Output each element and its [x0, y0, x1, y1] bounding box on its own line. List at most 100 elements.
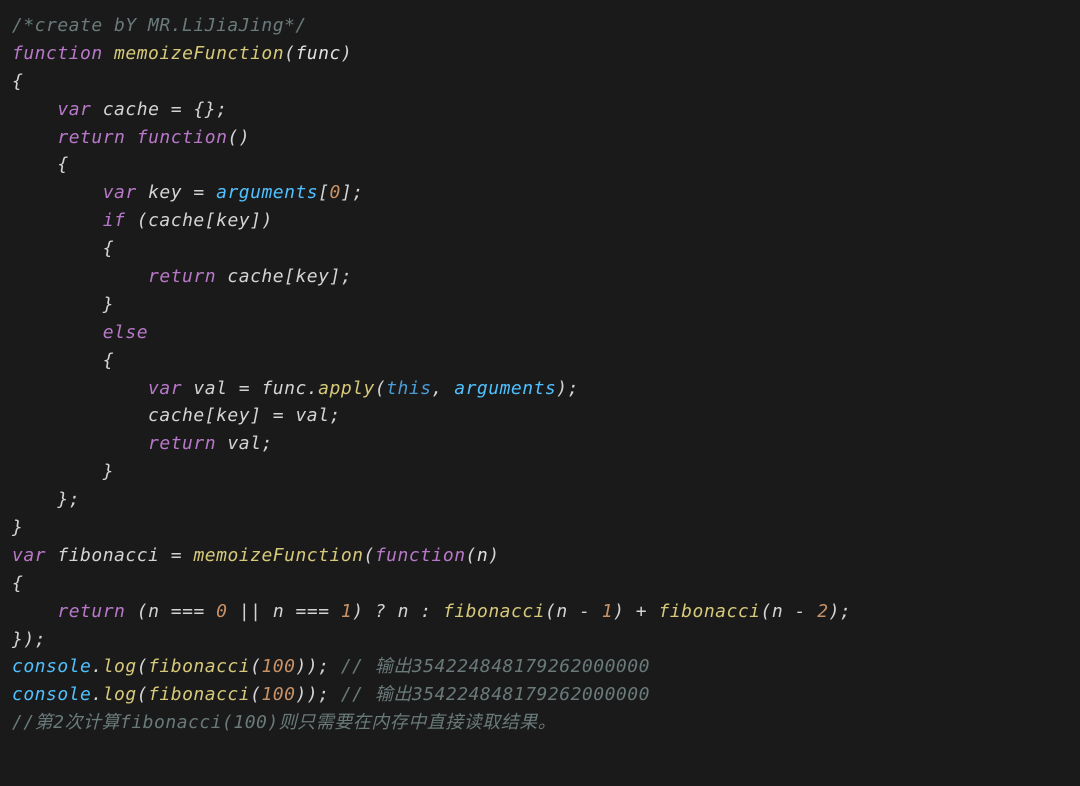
param-n: n	[477, 545, 488, 566]
paren-close: ))	[295, 684, 318, 705]
bracket-open: [	[284, 266, 295, 287]
op-eq: =	[239, 378, 250, 399]
comment-last: //第2次计算fibonacci(100)则只需要在内存中直接读取结果。	[12, 712, 556, 733]
brace-open: {	[57, 154, 68, 175]
semi: ;	[261, 433, 272, 454]
paren-close: )	[488, 545, 499, 566]
id-console: console	[12, 684, 91, 705]
obj-literal: {}	[193, 99, 216, 120]
id-log: log	[103, 684, 137, 705]
op-eqeqeq: ===	[296, 601, 330, 622]
paren-open: (	[250, 684, 261, 705]
id-fibonacci: fibonacci	[57, 545, 159, 566]
id-n: n	[398, 601, 409, 622]
op-eq: =	[171, 99, 182, 120]
kw-this: this	[386, 378, 431, 399]
call-fib: fibonacci	[148, 656, 250, 677]
num-100: 100	[261, 684, 295, 705]
num-0: 0	[216, 601, 227, 622]
code-editor[interactable]: /*create bY MR.LiJiaJing*/ function memo…	[12, 12, 1068, 737]
paren-close: )	[352, 601, 363, 622]
id-n: n	[772, 601, 783, 622]
comment-out2: // 输出354224848179262000000	[341, 684, 650, 705]
paren-open: (	[364, 545, 375, 566]
brace-close: }	[103, 461, 114, 482]
semi: ;	[840, 601, 851, 622]
id-cache: cache	[148, 405, 205, 426]
semi: ;	[69, 489, 80, 510]
paren-open: (	[137, 684, 148, 705]
bracket-open: [	[205, 405, 216, 426]
semi: ;	[216, 99, 227, 120]
comment-header: /*create bY MR.LiJiaJing*/	[12, 15, 307, 36]
paren-close: )	[341, 43, 352, 64]
id-key: key	[216, 210, 250, 231]
kw-if: if	[103, 210, 126, 231]
op-minus: -	[579, 601, 590, 622]
id-arguments: arguments	[216, 182, 318, 203]
id-n: n	[556, 601, 567, 622]
id-val: val	[295, 405, 329, 426]
brace-close: }	[57, 489, 68, 510]
paren-open: (	[761, 601, 772, 622]
id-n: n	[148, 601, 159, 622]
kw-else: else	[103, 322, 148, 343]
num-1: 1	[602, 601, 613, 622]
id-cache: cache	[103, 99, 160, 120]
dot: .	[91, 684, 102, 705]
id-apply: apply	[318, 378, 375, 399]
id-key: key	[216, 405, 250, 426]
op-minus: -	[795, 601, 806, 622]
num-0: 0	[330, 182, 341, 203]
fn-memoize: memoizeFunction	[114, 43, 284, 64]
op-or: ||	[239, 601, 262, 622]
op-colon: :	[420, 601, 431, 622]
comma: ,	[432, 378, 443, 399]
paren-close: )	[261, 210, 272, 231]
kw-function-inner: function	[137, 127, 228, 148]
paren-close: )	[23, 629, 34, 650]
op-eqeqeq: ===	[171, 601, 205, 622]
semi: ;	[568, 378, 579, 399]
paren-open: (	[375, 378, 386, 399]
semi: ;	[352, 182, 363, 203]
paren-close: )	[829, 601, 840, 622]
op-q: ?	[375, 601, 386, 622]
paren-close: )	[613, 601, 624, 622]
kw-return: return	[57, 601, 125, 622]
id-log: log	[103, 656, 137, 677]
kw-var: var	[148, 378, 182, 399]
id-cache: cache	[227, 266, 284, 287]
paren-open: (	[137, 656, 148, 677]
comment-out1: // 输出354224848179262000000	[341, 656, 650, 677]
paren-open: ()	[227, 127, 250, 148]
call-fib: fibonacci	[443, 601, 545, 622]
bracket-open: [	[318, 182, 329, 203]
paren-open: (	[137, 601, 148, 622]
paren-open: (	[284, 43, 295, 64]
semi: ;	[318, 684, 329, 705]
id-console: console	[12, 656, 91, 677]
op-eq: =	[193, 182, 204, 203]
id-func: func	[261, 378, 306, 399]
num-2: 2	[817, 601, 828, 622]
bracket-close: ]	[329, 266, 340, 287]
op-eq: =	[171, 545, 182, 566]
kw-return: return	[148, 433, 216, 454]
op-eq: =	[273, 405, 284, 426]
call-memoize: memoizeFunction	[193, 545, 363, 566]
id-key: key	[148, 182, 182, 203]
paren-open: (	[545, 601, 556, 622]
brace-open: {	[103, 238, 114, 259]
paren-close: )	[556, 378, 567, 399]
semi: ;	[318, 656, 329, 677]
bracket-open: [	[205, 210, 216, 231]
kw-return: return	[57, 127, 125, 148]
semi: ;	[329, 405, 340, 426]
paren-close: ))	[295, 656, 318, 677]
kw-return: return	[148, 266, 216, 287]
kw-var: var	[103, 182, 137, 203]
semi: ;	[35, 629, 46, 650]
dot: .	[307, 378, 318, 399]
brace-open: {	[12, 573, 23, 594]
